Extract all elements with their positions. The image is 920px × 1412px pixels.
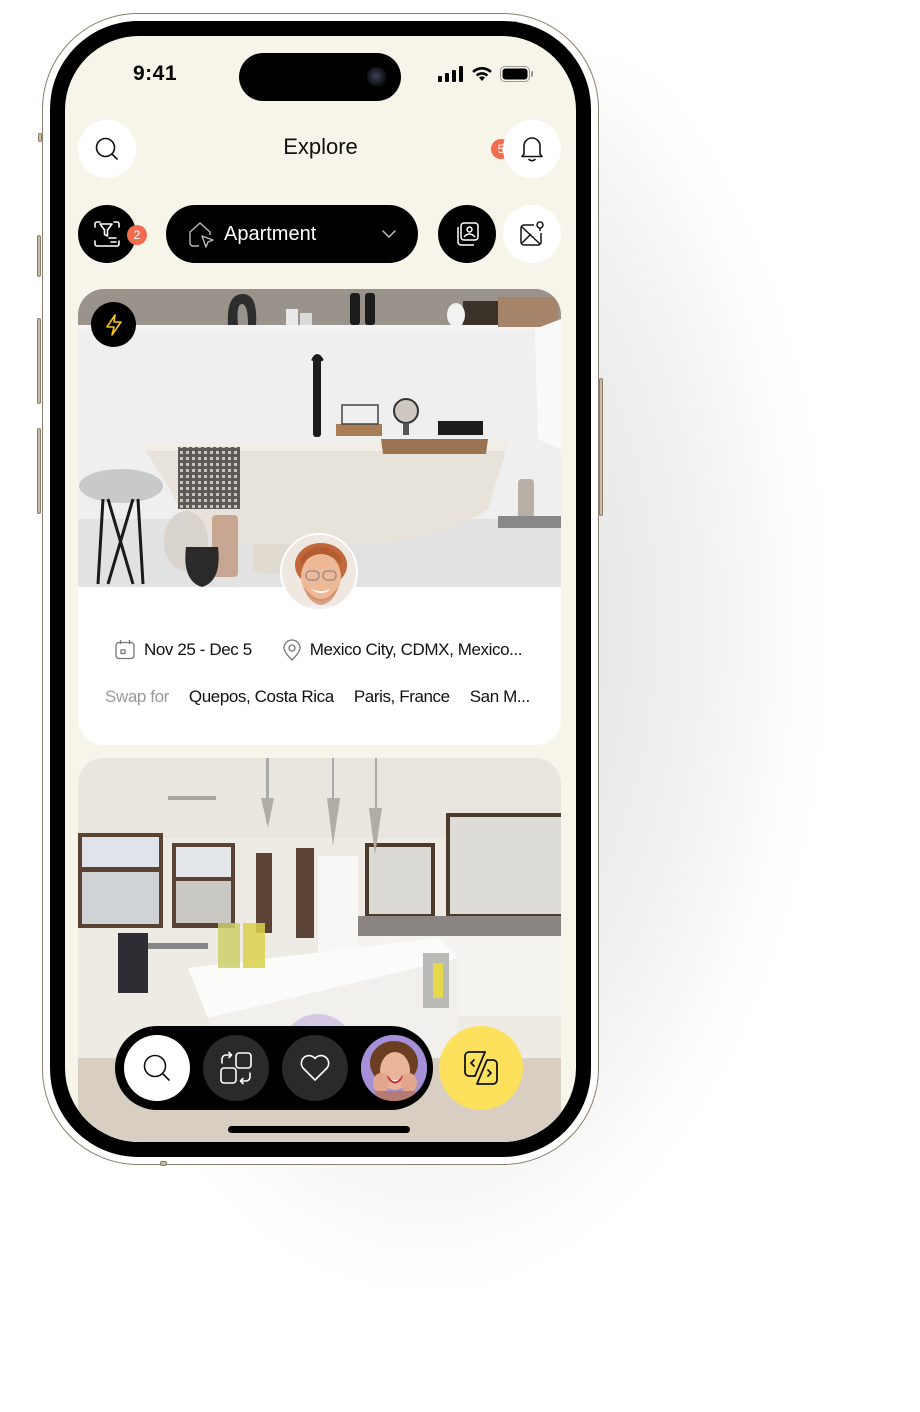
home-cursor-icon — [189, 222, 214, 248]
swap-destination[interactable]: Quepos, Costa Rica — [189, 687, 334, 707]
volume-up-button — [37, 318, 41, 404]
calendar-icon — [115, 640, 135, 660]
battery-icon — [500, 66, 533, 82]
status-icons — [438, 66, 534, 82]
nav-favorites-button[interactable] — [282, 1035, 348, 1101]
frame-antenna-band — [160, 1161, 167, 1166]
swap-code-icon — [464, 1051, 498, 1085]
filter-icon — [94, 221, 120, 247]
chevron-down-icon — [382, 230, 396, 238]
app-screen: 9:41 Explore 5 2 Apartment Nov 25 - Dec … — [65, 36, 576, 1142]
camera-icon — [367, 67, 387, 87]
profile-avatar — [361, 1035, 427, 1101]
property-type-dropdown[interactable]: Apartment — [166, 205, 418, 263]
nav-swaps-button[interactable] — [203, 1035, 269, 1101]
property-type-label: Apartment — [224, 222, 317, 245]
volume-down-button — [37, 428, 41, 514]
gallery-button[interactable] — [438, 205, 496, 263]
filter-badge: 2 — [127, 225, 147, 245]
swap-for-label: Swap for — [105, 687, 169, 706]
swap-arrows-icon — [220, 1051, 252, 1085]
swap-fab-button[interactable] — [439, 1026, 523, 1110]
dynamic-island — [239, 53, 401, 101]
swap-destination[interactable]: Paris, France — [354, 687, 450, 707]
map-button[interactable] — [503, 205, 561, 263]
bottom-nav — [115, 1026, 433, 1110]
listing-meta: Nov 25 - Dec 5 Mexico City, CDMX, Mexico… — [114, 639, 523, 661]
gallery-icon — [457, 222, 479, 246]
search-icon — [143, 1054, 170, 1081]
listing-location: Mexico City, CDMX, Mexico... — [309, 640, 523, 659]
instant-swap-button[interactable] — [91, 302, 136, 347]
power-button — [599, 378, 603, 516]
nav-profile-button[interactable] — [361, 1035, 427, 1101]
lightning-icon — [105, 313, 122, 336]
status-time: 9:41 — [133, 62, 178, 85]
notifications-button[interactable] — [503, 120, 561, 178]
wifi-icon — [472, 66, 492, 81]
listing-dates: Nov 25 - Dec 5 — [144, 640, 252, 659]
host-avatar[interactable] — [280, 533, 358, 611]
bell-icon — [521, 137, 543, 162]
listing-card[interactable]: Nov 25 - Dec 5 Mexico City, CDMX, Mexico… — [78, 289, 561, 745]
action-button — [37, 235, 41, 277]
map-pin-icon — [520, 221, 544, 246]
swap-destination[interactable]: San M... — [470, 687, 531, 707]
nav-search-button[interactable] — [124, 1035, 190, 1101]
heart-icon — [300, 1054, 330, 1081]
host-avatar-man — [282, 535, 356, 609]
frame-antenna-band — [38, 133, 42, 142]
location-pin-icon — [283, 639, 301, 661]
cellular-signal-icon — [438, 66, 463, 82]
home-indicator — [228, 1126, 410, 1133]
swap-for-row: Swap for Quepos, Costa Rica Paris, Franc… — [105, 687, 550, 707]
